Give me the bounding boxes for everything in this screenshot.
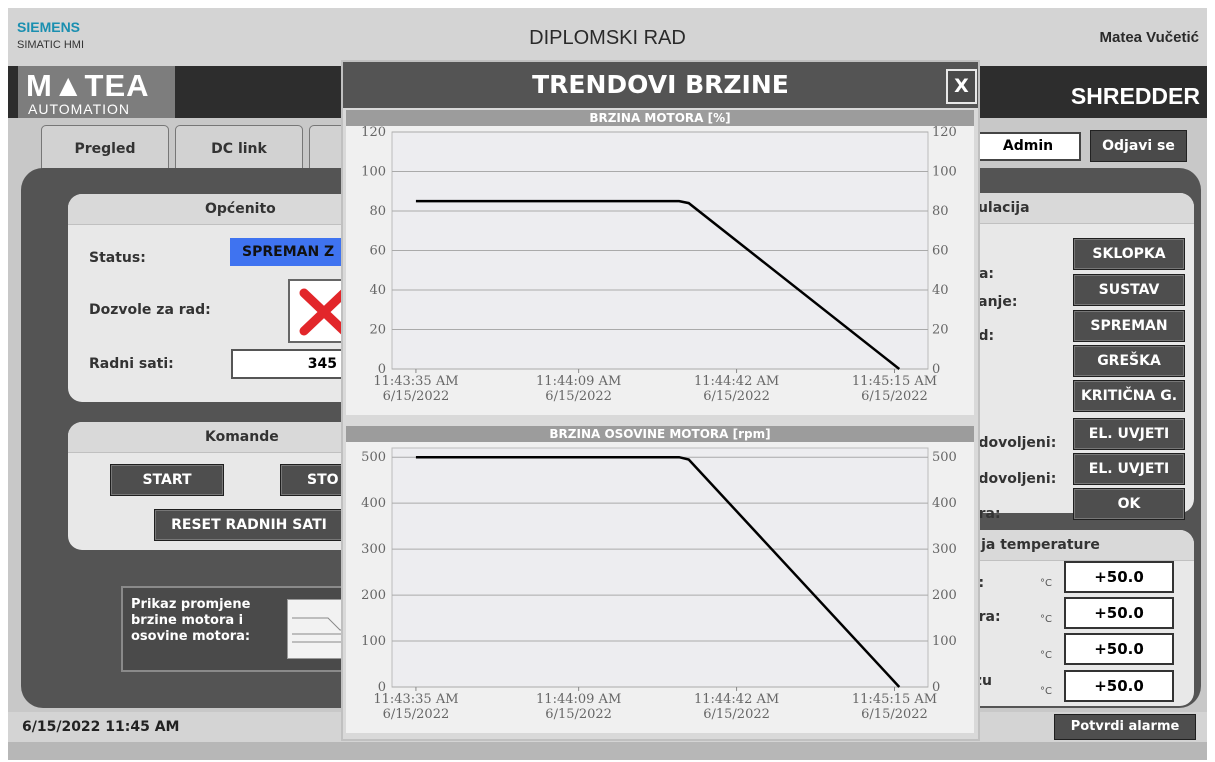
hmi-screen: SIEMENS SIMATIC HMI DIPLOMSKI RAD Matea … <box>8 8 1207 760</box>
el-conditions-button-2[interactable]: EL. UVJETI <box>1073 453 1185 485</box>
y-tick-label-right: 100 <box>932 165 957 180</box>
x-tick-time: 11:44:09 AM <box>536 374 621 389</box>
x-tick-time: 11:44:42 AM <box>694 374 779 389</box>
temp-unit-3: °C <box>1040 650 1052 661</box>
acknowledge-alarms-button[interactable]: Potvrdi alarme <box>1054 714 1196 740</box>
x-tick-time: 11:43:35 AM <box>373 692 458 707</box>
x-tick-time: 11:43:35 AM <box>373 374 458 389</box>
logo-subtext: AUTOMATION <box>28 101 131 117</box>
x-tick-date: 6/15/2022 <box>703 707 770 722</box>
temp-value-1: +50.0 <box>1064 561 1174 593</box>
x-tick-time: 11:44:42 AM <box>694 692 779 707</box>
el-conditions-button-1[interactable]: EL. UVJETI <box>1073 418 1185 450</box>
commands-card: Komande START STO RESET RADNIH SATI <box>68 422 388 550</box>
tab-dc-link[interactable]: DC link <box>175 125 303 173</box>
plot-area <box>391 447 929 688</box>
shaft-speed-chart-title: BRZINA OSOVINE MOTORA [rpm] <box>346 426 974 442</box>
y-tick-label-right: 20 <box>932 323 949 338</box>
logo-text: M▲TEA <box>26 68 150 103</box>
permissions-label: Dozvole za rad: <box>89 302 211 318</box>
hours-value: 345 <box>231 349 345 379</box>
machine-name: SHREDDER <box>1070 83 1200 109</box>
temp-value-4: +50.0 <box>1064 670 1174 702</box>
logout-button[interactable]: Odjavi se <box>1090 130 1187 162</box>
temp-value-2: +50.0 <box>1064 597 1174 629</box>
commands-card-title: Komande <box>68 422 368 453</box>
motor-speed-chart: BRZINA MOTORA [%] 0 0 20 20 40 40 60 60 80 80 100 1… <box>346 110 974 415</box>
user-name: Matea Vučetić <box>1099 29 1200 46</box>
system-status-button[interactable]: SUSTAV <box>1073 274 1185 306</box>
trend-link-box[interactable]: Prikaz promjene brzine motora i osovine … <box>121 586 359 672</box>
logged-user-field: Admin <box>975 132 1081 161</box>
ready-status-button[interactable]: SPREMAN <box>1073 310 1185 342</box>
x-tick-time: 11:45:15 AM <box>852 692 937 707</box>
y-tick-label-left: 60 <box>369 244 386 259</box>
y-tick-label-left: 300 <box>361 542 386 557</box>
y-tick-label-right: 40 <box>932 283 949 298</box>
y-tick-label-right: 80 <box>932 204 949 219</box>
signal-label-6: adovoljeni: <box>969 435 1057 451</box>
temp-unit-4: °C <box>1040 686 1052 697</box>
temp-value-3: +50.0 <box>1064 633 1174 665</box>
x-tick-date: 6/15/2022 <box>861 389 928 404</box>
app-title: DIPLOMSKI RAD <box>529 27 686 49</box>
x-tick-time: 11:45:15 AM <box>852 374 937 389</box>
status-label: Status: <box>89 250 146 266</box>
motor-ok-button[interactable]: OK <box>1073 488 1185 520</box>
y-tick-label-left: 500 <box>361 450 386 465</box>
shaft-speed-plot: 0 0100 100200 200300 300400 400500 50011:43:35… <box>361 447 957 722</box>
general-card-title: Općenito <box>68 194 368 225</box>
y-tick-label-left: 100 <box>361 634 386 649</box>
y-tick-label-right: 120 <box>932 126 957 140</box>
error-status-button[interactable]: GREŠKA <box>1073 345 1185 377</box>
x-tick-time: 11:44:09 AM <box>536 692 621 707</box>
shaft-speed-chart: BRZINA OSOVINE MOTORA [rpm] 0 0 100 100 200 2… <box>346 426 974 733</box>
company-logo: M▲TEA AUTOMATION <box>18 66 175 118</box>
y-tick-label-right: 300 <box>932 542 957 557</box>
y-tick-label-left: 80 <box>369 204 386 219</box>
x-tick-date: 6/15/2022 <box>383 707 450 722</box>
x-tick-date: 6/15/2022 <box>545 389 612 404</box>
x-tick-date: 6/15/2022 <box>383 389 450 404</box>
y-tick-label-left: 120 <box>361 126 386 140</box>
motor-speed-chart-title: BRZINA MOTORA [%] <box>346 110 974 126</box>
hours-label: Radni sati: <box>89 356 174 372</box>
switch-status-button[interactable]: SKLOPKA <box>1073 238 1185 270</box>
temp-unit-2: °C <box>1040 614 1052 625</box>
y-tick-label-right: 200 <box>932 588 957 603</box>
y-tick-label-left: 400 <box>361 496 386 511</box>
reset-hours-button[interactable]: RESET RADNIH SATI <box>154 509 344 541</box>
x-tick-date: 6/15/2022 <box>703 389 770 404</box>
y-tick-label-left: 40 <box>369 283 386 298</box>
tab-pregled[interactable]: Pregled <box>41 125 169 173</box>
general-card: Općenito Status: SPREMAN Z Dozvole za ra… <box>68 194 382 402</box>
critical-error-button[interactable]: KRITIČNA G. <box>1073 380 1185 412</box>
y-tick-label-right: 60 <box>932 244 949 259</box>
y-tick-label-left: 200 <box>361 588 386 603</box>
close-button[interactable]: X <box>946 69 977 104</box>
y-tick-label-right: 400 <box>932 496 957 511</box>
start-button[interactable]: START <box>110 464 224 496</box>
footer-datetime: 6/15/2022 11:45 AM <box>22 719 180 735</box>
trend-link-label: Prikaz promjene brzine motora i osovine … <box>131 597 251 644</box>
y-tick-label-right: 100 <box>932 634 957 649</box>
temp-unit-1: °C <box>1040 578 1052 589</box>
alarm-bar <box>8 742 1207 760</box>
y-tick-label-left: 20 <box>369 323 386 338</box>
y-tick-label-right: 500 <box>932 450 957 465</box>
motor-speed-plot: 0 020 2040 4060 6080 80100 100120 12011:43:35 A… <box>361 126 957 404</box>
x-tick-date: 6/15/2022 <box>861 707 928 722</box>
popup-title: TRENDOVI BRZINE <box>343 62 978 108</box>
x-tick-date: 6/15/2022 <box>545 707 612 722</box>
signal-label-7: adovoljeni: <box>969 471 1057 487</box>
y-tick-label-left: 100 <box>361 165 386 180</box>
trend-popup: TRENDOVI BRZINE X BRZINA MOTORA [%] 0 0 20… <box>341 60 980 741</box>
